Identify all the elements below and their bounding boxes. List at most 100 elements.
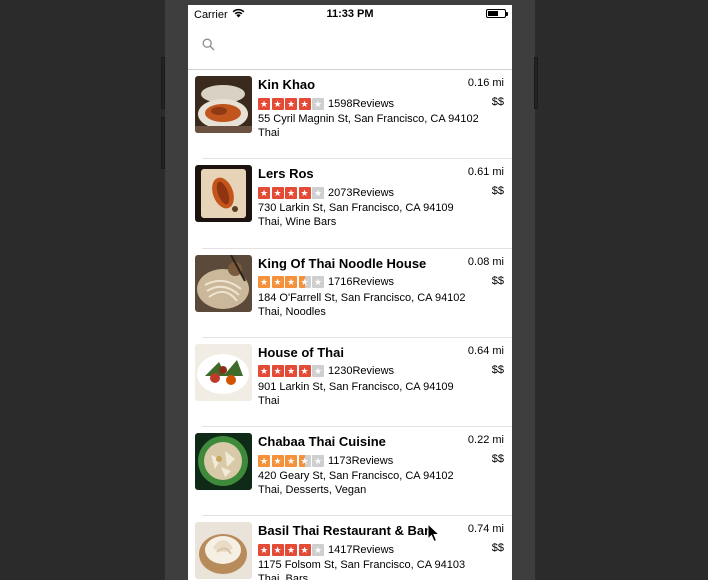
restaurant-categories: Thai, Desserts, Vegan	[258, 484, 367, 497]
restaurant-thumbnail	[195, 254, 252, 312]
restaurant-categories: Thai	[258, 127, 280, 139]
rating-line: ★ ★ ★ ★ ★ 1716Reviews	[258, 275, 504, 290]
rating-stars: ★ ★ ★ ★ ★	[258, 454, 324, 467]
restaurant-price: $$	[491, 363, 504, 376]
rating-line: ★ ★ ★ ★ ★ 1230Reviews	[258, 364, 504, 379]
review-count: 1598Reviews	[328, 97, 395, 110]
star-full-icon: ★	[298, 543, 311, 556]
restaurant-address: 55 Cyril Magnin St, San Francisco, CA 94…	[258, 113, 479, 125]
star-empty-icon: ★	[312, 97, 324, 110]
star-empty-icon: ★	[312, 365, 324, 378]
review-count: 1173Reviews	[328, 454, 394, 467]
star-full-icon: ★	[285, 543, 297, 556]
restaurant-price: $$	[491, 453, 504, 466]
review-count: 1417Reviews	[328, 543, 395, 556]
star-full-icon: ★	[298, 186, 311, 199]
restaurant-categories: Thai	[258, 394, 280, 407]
star-full-icon: ★	[285, 454, 297, 467]
rating-line: ★ ★ ★ ★ ★ 1417Reviews	[258, 542, 504, 557]
restaurant-distance: 0.61 mi	[467, 166, 504, 179]
restaurant-info: King Of Thai Noodle House 0.08 mi $$ ★ ★ ★…	[258, 256, 504, 318]
rating-stars: ★ ★ ★ ★ ★	[258, 97, 324, 110]
star-full-icon: ★	[271, 97, 284, 110]
star-full-icon: ★	[258, 276, 270, 289]
restaurant-info: Lers Ros 0.61 mi $$ ★ ★ ★ ★ ★ 2073Reviews 73…	[258, 166, 504, 228]
star-full-icon: ★	[285, 276, 297, 289]
restaurant-list[interactable]: Kin Khao 0.16 mi $$ ★ ★ ★ ★ ★ 1598Reviews 55…	[188, 70, 512, 580]
restaurant-distance: 0.16 mi	[467, 77, 504, 89]
restaurant-thumbnail	[195, 522, 252, 580]
restaurant-categories: Thai, Bars	[258, 573, 309, 580]
restaurant-address: 184 O'Farrell St, San Francisco, CA 9410…	[258, 291, 466, 304]
status-time: 11:33 PM	[326, 8, 374, 20]
rating-stars: ★ ★ ★ ★ ★	[258, 186, 324, 199]
star-full-icon: ★	[271, 543, 284, 556]
rating-line: ★ ★ ★ ★ ★ 1173Reviews	[258, 453, 504, 468]
restaurant-price: $$	[491, 274, 504, 287]
star-full-icon: ★	[285, 365, 297, 378]
restaurant-address: 901 Larkin St, San Francisco, CA 94109	[258, 380, 454, 393]
star-full-icon: ★	[285, 186, 297, 199]
restaurant-row[interactable]: Kin Khao 0.16 mi $$ ★ ★ ★ ★ ★ 1598Reviews 55…	[188, 70, 512, 160]
star-full-icon: ★	[298, 97, 311, 110]
search-input[interactable]	[221, 39, 481, 55]
restaurant-distance: 0.08 mi	[467, 255, 504, 268]
power-button	[534, 57, 538, 109]
rating-stars: ★ ★ ★ ★ ★	[258, 365, 324, 378]
search-icon	[202, 38, 215, 56]
star-full-icon: ★	[258, 454, 270, 467]
restaurant-thumbnail	[195, 76, 252, 133]
rating-line: ★ ★ ★ ★ ★ 1598Reviews	[258, 96, 504, 111]
restaurant-distance: 0.22 mi	[467, 434, 504, 447]
star-empty-icon: ★	[312, 276, 324, 289]
restaurant-address: 420 Geary St, San Francisco, CA 94102	[258, 470, 454, 483]
star-full-icon: ★	[298, 365, 311, 378]
star-full-icon: ★	[271, 276, 284, 289]
restaurant-row[interactable]: Basil Thai Restaurant & Bar 0.74 mi $$ ★…	[188, 516, 512, 580]
star-full-icon: ★	[271, 365, 284, 378]
restaurant-price: $$	[491, 542, 504, 555]
rating-stars: ★ ★ ★ ★ ★	[258, 276, 324, 289]
restaurant-info: Kin Khao 0.16 mi $$ ★ ★ ★ ★ ★ 1598Reviews 55…	[258, 77, 504, 139]
restaurant-thumbnail	[195, 343, 252, 401]
phone-screen: Carrier 11:33 PM Kin Khao 0.16 mi $$ ★ ★…	[188, 5, 512, 580]
restaurant-address: 730 Larkin St, San Francisco, CA 94109	[258, 202, 454, 215]
restaurant-address: 1175 Folsom St, San Francisco, CA 94103	[258, 559, 466, 572]
restaurant-row[interactable]: House of Thai 0.64 mi $$ ★ ★ ★ ★ ★ 1230Revie…	[188, 338, 512, 428]
volume-up-button	[161, 57, 165, 109]
rating-line: ★ ★ ★ ★ ★ 2073Reviews	[258, 185, 504, 200]
restaurant-thumbnail	[195, 433, 252, 491]
restaurant-info: House of Thai 0.64 mi $$ ★ ★ ★ ★ ★ 1230Revie…	[258, 345, 504, 407]
star-empty-icon: ★	[312, 186, 324, 199]
review-count: 1716Reviews	[328, 276, 395, 289]
restaurant-distance: 0.64 mi	[467, 344, 504, 357]
restaurant-info: Chabaa Thai Cuisine 0.22 mi $$ ★ ★ ★ ★ ★ 117…	[258, 434, 504, 496]
star-full-icon: ★	[258, 186, 270, 199]
star-full-icon: ★	[258, 97, 270, 110]
restaurant-row[interactable]: Lers Ros 0.61 mi $$ ★ ★ ★ ★ ★ 2073Reviews 73…	[188, 159, 512, 249]
volume-down-button	[161, 117, 165, 169]
battery-icon	[486, 9, 508, 18]
review-count: 1230Reviews	[328, 365, 395, 378]
restaurant-thumbnail	[195, 165, 252, 223]
rating-stars: ★ ★ ★ ★ ★	[258, 543, 324, 556]
navigation-bar	[188, 23, 512, 70]
review-count: 2073Reviews	[328, 186, 395, 199]
star-full-icon: ★	[258, 365, 270, 378]
restaurant-info: Basil Thai Restaurant & Bar 0.74 mi $$ ★…	[258, 523, 504, 580]
restaurant-row[interactable]: Chabaa Thai Cuisine 0.22 mi $$ ★ ★ ★ ★ ★ 117…	[188, 427, 512, 517]
search-bar[interactable]	[202, 35, 502, 59]
restaurant-categories: Thai, Wine Bars	[258, 216, 337, 229]
star-full-icon: ★	[285, 97, 297, 110]
star-half-icon: ★	[298, 454, 311, 467]
restaurant-row[interactable]: King Of Thai Noodle House 0.08 mi $$ ★ ★ ★…	[188, 249, 512, 339]
restaurant-price: $$	[491, 185, 504, 198]
battery-fill	[488, 11, 498, 16]
mouse-cursor-icon	[427, 523, 441, 543]
star-full-icon: ★	[271, 186, 284, 199]
restaurant-categories: Thai, Noodles	[258, 305, 326, 318]
star-empty-icon: ★	[312, 454, 324, 467]
star-full-icon: ★	[258, 543, 270, 556]
star-half-icon: ★	[298, 276, 311, 289]
star-empty-icon: ★	[312, 543, 324, 556]
